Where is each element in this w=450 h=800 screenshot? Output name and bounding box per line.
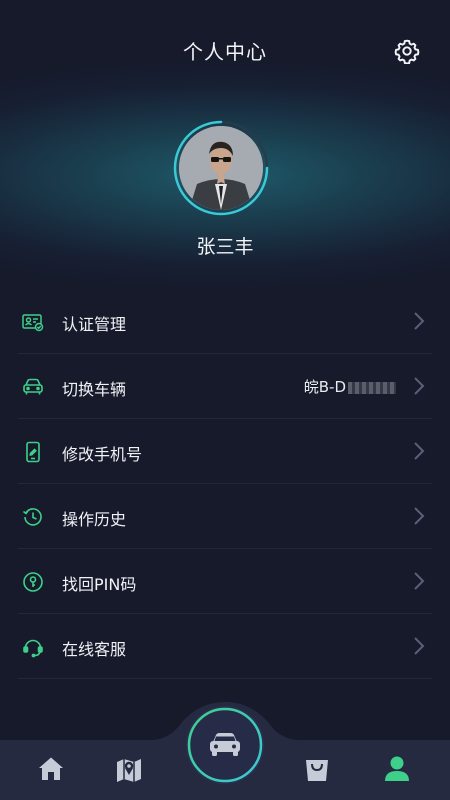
user-icon[interactable] — [382, 754, 412, 784]
settings-gear-icon[interactable] — [394, 38, 420, 64]
menu-item-switch-vehicle[interactable]: 切换车辆 皖B-D — [18, 354, 432, 419]
history-icon — [23, 508, 42, 526]
menu-item-certification[interactable]: 认证管理 — [18, 289, 432, 354]
current-plate-number: 皖B-D — [304, 376, 396, 397]
menu-item-change-phone[interactable]: 修改手机号 — [18, 419, 432, 484]
avatar — [179, 126, 263, 210]
redacted-plate-digits — [348, 381, 396, 394]
chevron-right-icon — [414, 572, 425, 590]
vehicle-center-button[interactable] — [186, 706, 264, 784]
user-name: 张三丰 — [196, 236, 254, 258]
menu-item-label: 在线客服 — [62, 640, 127, 659]
menu-item-recover-pin[interactable]: 找回PIN码 — [18, 549, 432, 614]
menu-item-label: 认证管理 — [62, 315, 127, 334]
chevron-right-icon — [414, 507, 425, 525]
headset-icon — [23, 639, 43, 658]
avatar-container[interactable] — [171, 118, 271, 218]
menu-item-label: 切换车辆 — [62, 380, 127, 399]
chevron-right-icon — [414, 442, 425, 460]
menu-item-label: 找回PIN码 — [62, 575, 137, 594]
chevron-right-icon — [414, 312, 425, 330]
car-icon — [210, 733, 240, 756]
menu-item-online-service[interactable]: 在线客服 — [18, 614, 432, 679]
menu-item-operation-history[interactable]: 操作历史 — [18, 484, 432, 549]
menu-item-label: 操作历史 — [62, 510, 127, 529]
chevron-right-icon — [414, 377, 425, 395]
map-icon[interactable] — [114, 754, 144, 784]
menu-item-label: 修改手机号 — [62, 445, 143, 464]
id-card-icon — [22, 314, 44, 332]
phone-edit-icon — [26, 441, 40, 463]
chevron-right-icon — [414, 637, 425, 655]
key-icon — [23, 572, 43, 592]
page-title: 个人中心 — [183, 40, 267, 64]
bag-icon[interactable] — [302, 754, 332, 784]
settings-menu: 认证管理 切换车辆 皖B-D 修改手机号 操作历史 找回PIN码 在线客服 — [0, 289, 450, 679]
car-icon — [23, 378, 43, 395]
top-bar: 个人中心 — [0, 0, 450, 104]
avatar-photo — [179, 126, 263, 210]
home-icon[interactable] — [36, 754, 66, 784]
